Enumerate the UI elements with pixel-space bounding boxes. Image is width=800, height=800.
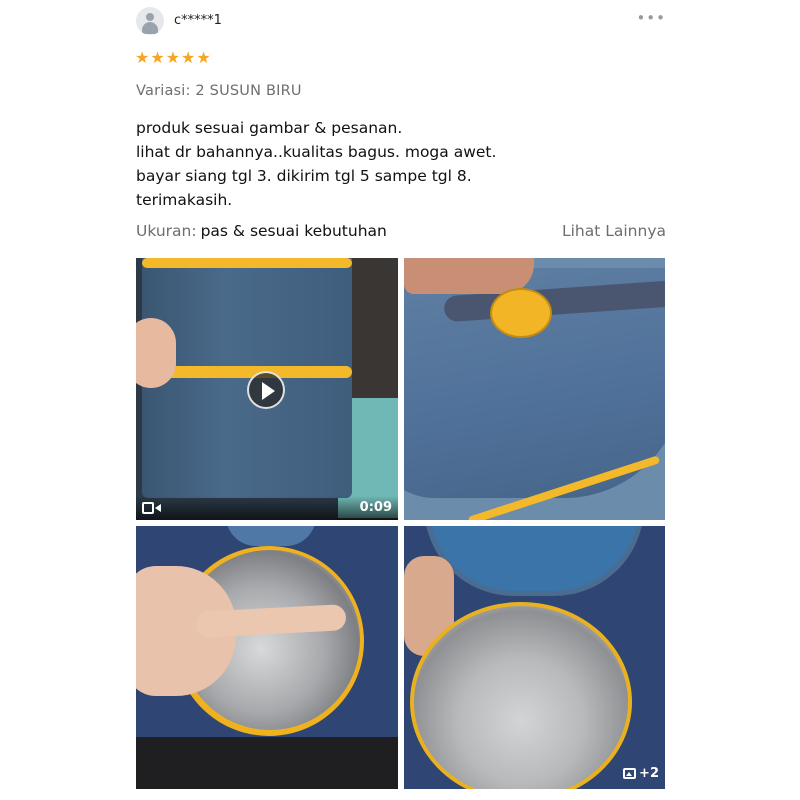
- more-dots-icon[interactable]: •••: [636, 9, 666, 27]
- play-icon[interactable]: [247, 371, 285, 409]
- image-icon: [623, 767, 637, 779]
- size-row: Ukuran: pas & sesuai kebutuhan Lihat Lain…: [136, 222, 666, 244]
- star-icon: ★: [135, 48, 150, 67]
- reviewer-name: c*****1: [174, 13, 222, 28]
- video-duration: 0:09: [359, 500, 392, 515]
- review-video-thumbnail[interactable]: 0:09: [136, 258, 398, 520]
- size-value: pas & sesuai kebutuhan: [200, 222, 387, 240]
- star-icon: ★: [165, 48, 181, 67]
- review-text: produk sesuai gambar & pesanan. lihat dr…: [136, 116, 676, 212]
- review-line: lihat dr bahannya..kualitas bagus. moga …: [136, 143, 497, 161]
- more-photos-count: +2: [639, 765, 659, 781]
- size-label: Ukuran:: [136, 222, 197, 240]
- rating-stars: ★ ★ ★ ★ ★: [135, 49, 211, 67]
- review-header: c*****1 •••: [136, 7, 666, 37]
- review-photo-thumbnail[interactable]: +2: [404, 526, 665, 789]
- product-variant: Variasi: 2 SUSUN BIRU: [136, 83, 302, 99]
- star-icon: ★: [196, 48, 211, 67]
- review-photo-thumbnail[interactable]: [136, 526, 398, 789]
- see-more-link[interactable]: Lihat Lainnya: [562, 222, 666, 240]
- user-avatar-icon[interactable]: [136, 7, 164, 35]
- video-camera-icon: [142, 502, 162, 514]
- review-line: produk sesuai gambar & pesanan.: [136, 119, 403, 137]
- more-photos-badge[interactable]: +2: [623, 763, 659, 783]
- star-icon: ★: [150, 48, 165, 67]
- review-line: terimakasih.: [136, 191, 233, 209]
- star-icon: ★: [181, 48, 196, 67]
- review-line: bayar siang tgl 3. dikirim tgl 5 sampe t…: [136, 167, 472, 185]
- review-photo-thumbnail[interactable]: [404, 258, 665, 520]
